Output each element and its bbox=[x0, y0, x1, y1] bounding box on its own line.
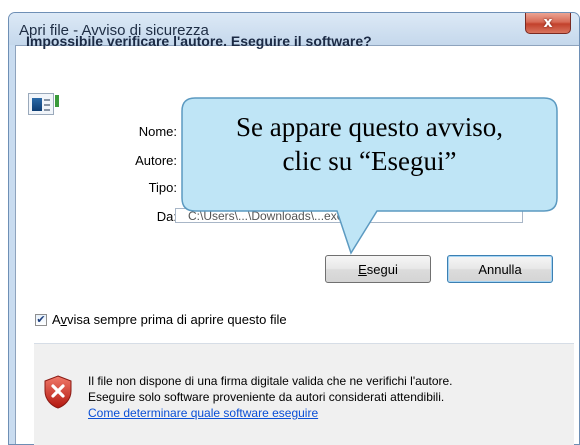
always-warn-option[interactable]: ✔ Avvisa sempre prima di aprire questo f… bbox=[35, 312, 287, 327]
executable-file-icon bbox=[28, 93, 59, 115]
callout-text: Se appare questo avviso, clic su “Esegui… bbox=[181, 110, 558, 178]
run-button-label: Esegui bbox=[358, 261, 398, 277]
run-button[interactable]: Esegui bbox=[325, 255, 431, 283]
autore-label: Autore: bbox=[135, 153, 177, 168]
checkmark-icon: ✔ bbox=[36, 313, 46, 326]
cancel-button[interactable]: Annulla bbox=[447, 255, 553, 283]
da-label: Da: bbox=[156, 209, 177, 224]
always-warn-checkbox[interactable]: ✔ bbox=[35, 313, 47, 326]
warning-message: Il file non dispone di una firma digital… bbox=[88, 373, 453, 421]
help-link[interactable]: Come determinare quale software eseguire bbox=[88, 405, 453, 421]
warning-line-1: Il file non dispone di una firma digital… bbox=[88, 374, 453, 388]
always-warn-label: Avvisa sempre prima di aprire questo fil… bbox=[52, 312, 287, 327]
close-icon: x bbox=[543, 15, 553, 31]
tipo-label: Tipo: bbox=[148, 180, 177, 195]
nome-label: Nome: bbox=[138, 124, 177, 139]
warning-line-2: Eseguire solo software proveniente da au… bbox=[88, 390, 445, 404]
close-button[interactable]: x bbox=[525, 13, 571, 34]
dialog-heading: Impossibile verificare l'autore. Eseguir… bbox=[26, 33, 372, 49]
callout-line-2: clic su “Esegui” bbox=[282, 146, 457, 176]
callout-bubble: Se appare questo avviso, clic su “Esegui… bbox=[181, 97, 558, 255]
security-warning-shield-icon bbox=[44, 375, 72, 409]
callout-line-1: Se appare questo avviso, bbox=[236, 112, 503, 142]
